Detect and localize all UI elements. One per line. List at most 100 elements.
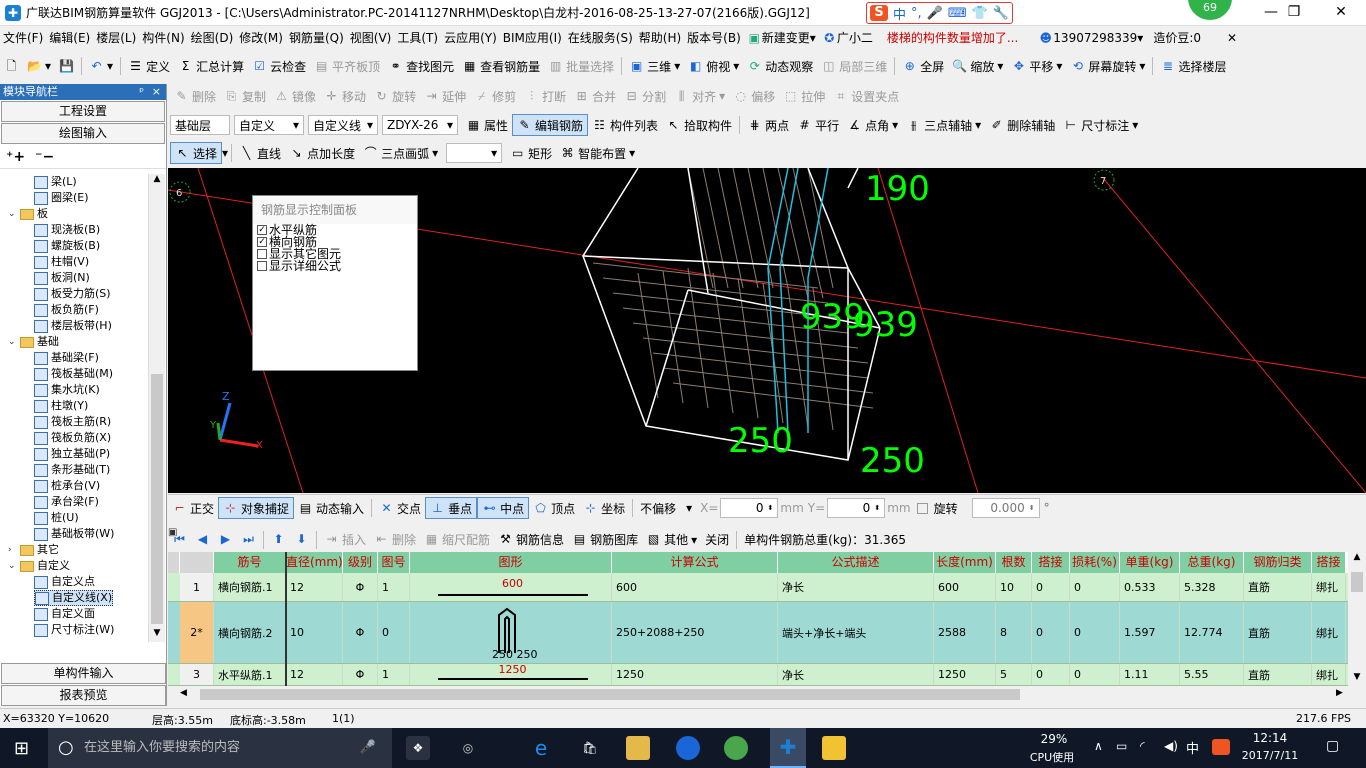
tree-item[interactable]: 独立基础(P) — [34, 446, 110, 462]
tree-item[interactable]: 桩(U) — [34, 510, 79, 526]
pick-component-button[interactable]: ↖ 拾取构件 — [662, 114, 736, 136]
tree-scrollbar[interactable]: ▲ ▼ — [148, 174, 165, 642]
close-button[interactable]: ✕ — [1318, 0, 1364, 26]
offset-button[interactable]: ◌ 偏移 — [729, 85, 779, 107]
coordinate-button[interactable]: ⊹ 坐标 — [579, 497, 629, 519]
taskbar-search[interactable]: ○ 在这里输入你要搜索的内容 🎤 — [48, 728, 392, 768]
tree-item[interactable]: 现浇板(B) — [34, 222, 100, 238]
col-category[interactable]: 钢筋归类 — [1244, 552, 1312, 573]
cell-total[interactable]: 5.55 — [1180, 664, 1244, 685]
col-total-weight[interactable]: 总重(kg) — [1180, 552, 1244, 573]
extend-button[interactable]: ⇥ 延伸 — [420, 85, 470, 107]
cell-grade[interactable]: Φ — [343, 602, 378, 663]
menu-help[interactable]: 帮助(H) — [636, 26, 684, 50]
dynamic-input-button[interactable]: ▤ 动态输入 — [294, 497, 368, 519]
mic-icon[interactable]: 🎤 — [927, 6, 943, 21]
flat-top-button[interactable]: ▤ 平齐板顶 — [310, 55, 384, 77]
offset-select[interactable]: 不偏移 ▾ — [636, 498, 696, 518]
menu-draw[interactable]: 绘图(D) — [188, 26, 237, 50]
tree-folder[interactable]: ⌄ 板 — [8, 206, 48, 222]
intersection-button[interactable]: ✕ 交点 — [375, 497, 425, 519]
chevron-right-icon[interactable]: › — [8, 542, 17, 558]
tree-item[interactable]: 板负筋(F) — [34, 302, 99, 318]
clock-date[interactable]: 2017/7/11 — [1240, 749, 1300, 762]
edit-rebar-button[interactable]: ✎ 编辑钢筋 — [512, 114, 589, 136]
notice-link[interactable]: 楼梯的构件数量增加了... — [884, 26, 1021, 50]
menu-tools[interactable]: 工具(T) — [394, 26, 441, 50]
define-button[interactable]: ☰ 定义 — [124, 55, 174, 77]
three-point-axis-button[interactable]: ⫵ 三点辅轴 ▾ — [902, 114, 985, 136]
copy-button[interactable]: ⎘ 复制 — [220, 85, 270, 107]
rotate-checkbox[interactable] — [916, 502, 928, 514]
rectangle-button[interactable]: ▭ 矩形 — [506, 142, 556, 164]
row-number[interactable]: 2* — [180, 602, 214, 663]
scroll-up-icon[interactable]: ▲ — [1348, 552, 1366, 562]
tree-item[interactable]: 螺旋板(B) — [34, 238, 100, 254]
cell-total[interactable]: 5.328 — [1180, 573, 1244, 601]
row-number[interactable]: 1 — [180, 573, 214, 601]
perpendicular-button[interactable]: ⊥ 垂点 — [425, 497, 478, 519]
cell-formula[interactable]: 1250 — [612, 664, 778, 685]
mirror-button[interactable]: ⚠ 镜像 — [270, 85, 320, 107]
undo-button[interactable]: ↶ ▾ — [85, 55, 117, 77]
cell-loss[interactable]: 0 — [1070, 573, 1120, 601]
glodon-app-icon[interactable]: ✚ — [770, 728, 806, 768]
cell-fig[interactable]: 1 — [378, 573, 410, 601]
tree-item[interactable]: 柱墩(Y) — [34, 398, 88, 414]
menu-modify[interactable]: 修改(M) — [236, 26, 286, 50]
cell-dia[interactable]: 12 — [286, 573, 343, 601]
y-input[interactable]: 0 ⬍ — [827, 498, 886, 518]
tree-item[interactable]: 基础板带(W) — [34, 526, 114, 542]
grid-hscroll[interactable]: ◀ ▶ — [180, 686, 1350, 703]
cell-lap[interactable]: 0 — [1032, 602, 1070, 663]
account-phone[interactable]: ☻ 13907298339 ▾ — [1035, 26, 1146, 50]
single-input-button[interactable]: 单构件输入 — [1, 663, 166, 684]
table-row[interactable]: 2* 横向钢筋.2 10 Φ 0 250 250 250+2088+250 端头+净长+端头 2… — [168, 602, 1348, 664]
cell-total[interactable]: 12.774 — [1180, 602, 1244, 663]
scroll-left-icon[interactable]: ◀ — [180, 688, 187, 698]
cell-lap[interactable]: 0 — [1032, 573, 1070, 601]
arc-button[interactable]: ⌒ 三点画弧 ▾ — [359, 142, 442, 164]
tree-folder[interactable]: › 其它 — [8, 542, 59, 558]
cell-fig[interactable]: 1 — [378, 664, 410, 685]
app-green-icon[interactable] — [724, 736, 748, 760]
insert-button[interactable]: ⇥ 插入 — [320, 529, 370, 551]
tray-expand-icon[interactable]: ∧ — [1094, 739, 1103, 753]
cell-len[interactable]: 2588 — [934, 602, 996, 663]
cell-name[interactable]: 横向钢筋.1 — [214, 573, 286, 601]
collapse-all-icon[interactable]: ⁻− — [35, 149, 54, 165]
ime-toolbar[interactable]: S 中 °, 🎤 ⌨ 👕 🔧 — [866, 2, 1013, 24]
store-icon[interactable]: 🛍 — [578, 736, 602, 760]
menu-file[interactable]: 文件(F) — [0, 26, 46, 50]
attribute-button[interactable]: ▦ 属性 — [462, 114, 512, 136]
tree-folder[interactable]: ⌄ 基础 — [8, 334, 59, 350]
break-button[interactable]: ⫶ 打断 — [520, 85, 570, 107]
menu-component[interactable]: 构件(N) — [139, 26, 187, 50]
cell-cat[interactable]: 直筋 — [1244, 664, 1312, 685]
scroll-down-icon[interactable]: ▼ — [149, 628, 165, 642]
report-preview-button[interactable]: 报表预览 — [1, 685, 166, 706]
cell-loss[interactable]: 0 — [1070, 664, 1120, 685]
cell-cat[interactable]: 直筋 — [1244, 573, 1312, 601]
move-button[interactable]: ✛ 移动 — [320, 85, 370, 107]
smart-layout-button[interactable]: ⌘ 智能布置 ▾ — [556, 142, 639, 164]
tree-item[interactable]: 板受力筋(S) — [34, 286, 111, 302]
col-lap-type[interactable]: 搭接 — [1312, 552, 1346, 573]
cell-unit[interactable]: 1.597 — [1120, 602, 1180, 663]
line-button[interactable]: ╲ 直线 — [235, 142, 285, 164]
scroll-down-icon[interactable]: ▼ — [1348, 672, 1366, 682]
checkbox-box[interactable]: ✓ — [257, 225, 267, 235]
tree-item[interactable]: 筏板主筋(R) — [34, 414, 111, 430]
midpoint-button[interactable]: ⊷ 中点 — [477, 497, 530, 519]
menu-online[interactable]: 在线服务(S) — [565, 26, 636, 50]
row-number[interactable]: 3 — [180, 664, 214, 685]
table-row[interactable]: 1 横向钢筋.1 12 Φ 1 600 600 净长 600 10 0 0 0.533 5.328 直筋 绑扎 — [168, 573, 1348, 602]
cell-shape[interactable]: 250 250 — [410, 602, 612, 663]
menu-bim[interactable]: BIM应用(I) — [500, 26, 565, 50]
tree-item[interactable]: 板洞(N) — [34, 270, 90, 286]
x-input[interactable]: 0 ⬍ — [720, 498, 779, 518]
menu-version[interactable]: 版本号(B) — [684, 26, 744, 50]
add-length-button[interactable]: ↘ 点加长度 — [285, 142, 359, 164]
col-figure-no[interactable]: 图号 — [378, 552, 410, 573]
tree-item[interactable]: 承台梁(F) — [34, 494, 99, 510]
